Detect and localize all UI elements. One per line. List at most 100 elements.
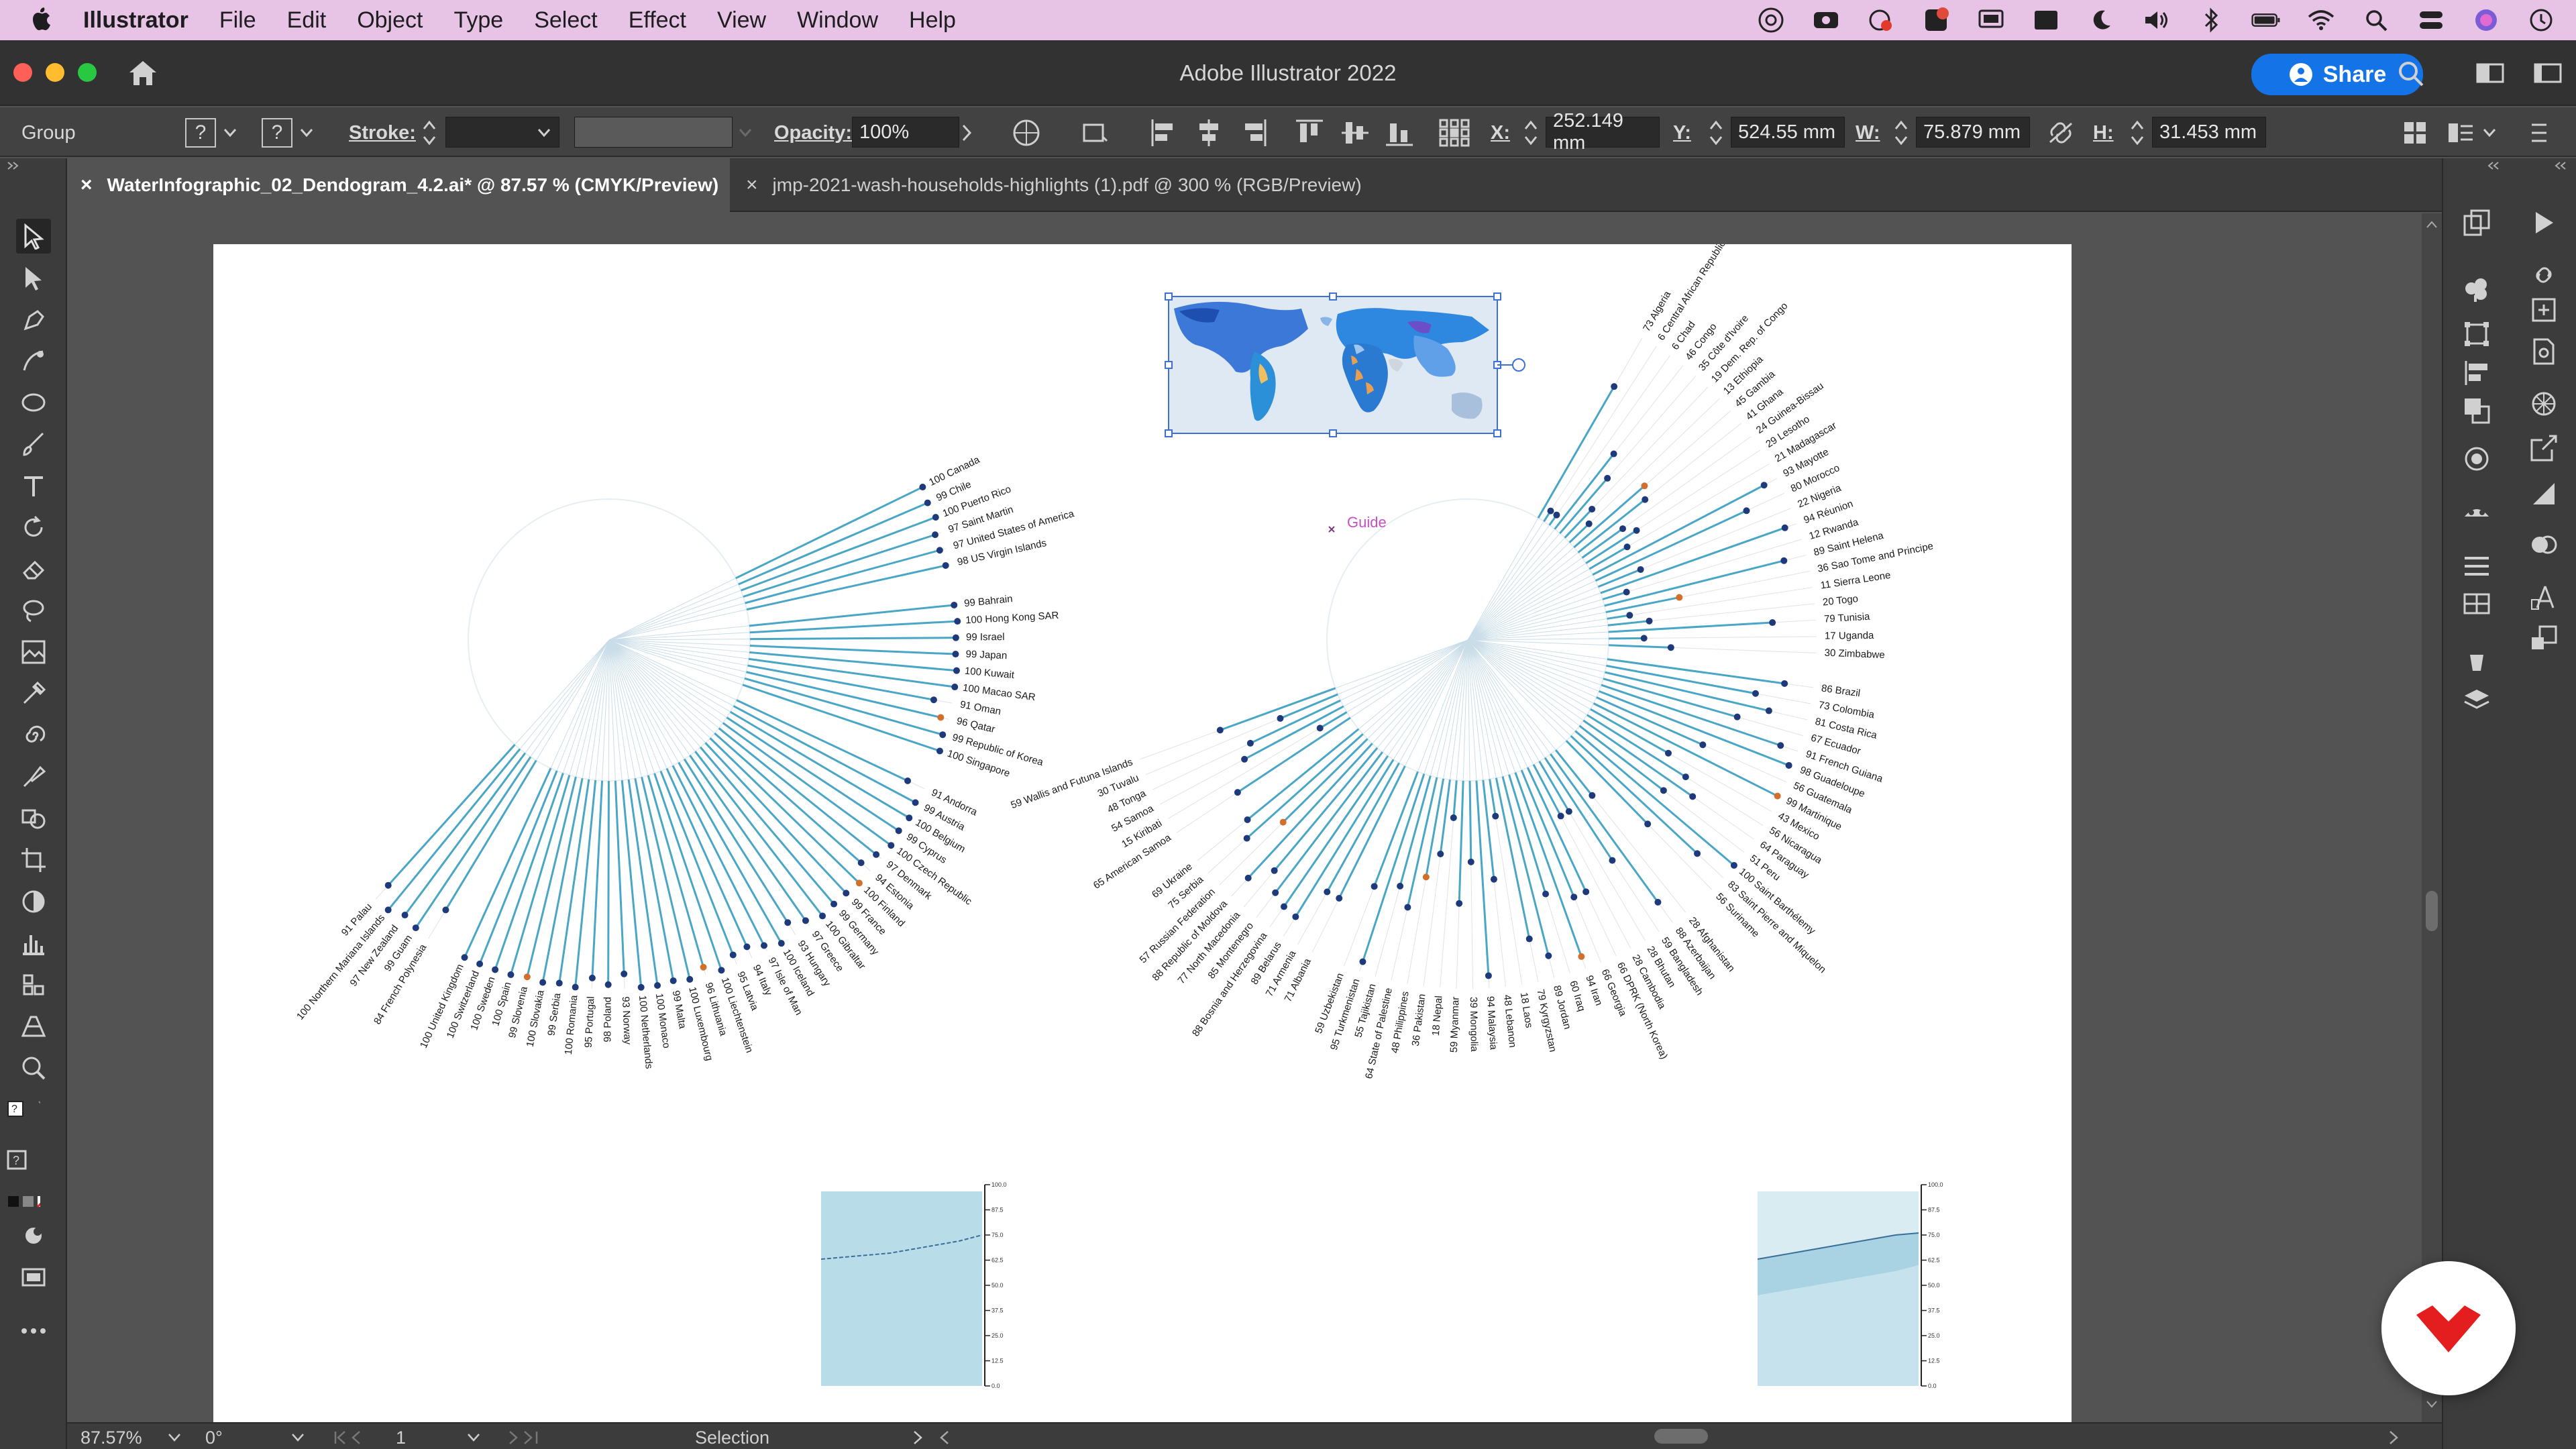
chevron-down-icon[interactable] — [299, 127, 314, 138]
ellipse-tool-icon[interactable] — [16, 385, 51, 420]
dendrogram-value-dot[interactable] — [637, 983, 645, 991]
dendrogram-value-dot[interactable] — [1272, 889, 1279, 896]
dendrogram-value-dot[interactable] — [1545, 952, 1552, 959]
dendrogram-value-dot[interactable] — [1733, 713, 1741, 720]
dendrogram-value-dot[interactable] — [1324, 888, 1331, 896]
dendrogram-value-dot[interactable] — [1654, 898, 1662, 906]
properties-menu-icon[interactable] — [2446, 119, 2475, 146]
dendrogram-value-line[interactable] — [1608, 621, 1773, 633]
dendrogram-value-line[interactable] — [1608, 644, 1671, 649]
dendrogram-value-dot[interactable] — [539, 979, 547, 986]
menu-type[interactable]: Type — [453, 7, 503, 34]
dendrogram-value-line[interactable] — [729, 710, 910, 819]
chevron-down-icon[interactable] — [291, 1433, 305, 1442]
stepper-icon[interactable] — [1708, 118, 1724, 148]
dendrogram-value-line[interactable] — [1608, 637, 1644, 640]
dendrogram-value-line[interactable] — [1607, 614, 1630, 620]
stroke-panel-icon[interactable] — [2459, 549, 2494, 584]
layers-panel-icon[interactable] — [2459, 683, 2494, 718]
dendrogram-value-dot[interactable] — [1244, 816, 1251, 823]
dendrogram-value-line[interactable] — [745, 549, 941, 604]
type-tool-icon[interactable] — [16, 468, 51, 503]
dendrogram-value-dot[interactable] — [1641, 482, 1648, 490]
transform-reference-point-icon[interactable] — [1438, 118, 1470, 148]
dendrogram-value-dot[interactable] — [1609, 857, 1616, 864]
chevron-down-icon[interactable] — [467, 1433, 480, 1442]
stroke-label[interactable]: Stroke: — [349, 122, 416, 144]
fill-stroke-swatches-icon[interactable]: ? — [5, 1095, 40, 1130]
screen-record-icon[interactable] — [2031, 7, 2061, 34]
dendrogram-value-dot[interactable] — [412, 924, 419, 932]
dendrogram-value-dot[interactable] — [942, 561, 949, 569]
align-bottom-icon[interactable] — [1385, 118, 1414, 148]
artboard-tool-icon[interactable] — [16, 843, 51, 877]
dendrogram-value-dot[interactable] — [1589, 792, 1596, 799]
chevron-down-icon[interactable] — [168, 1433, 181, 1442]
dendrogram-value-line[interactable] — [614, 780, 625, 974]
dendrogram-value-dot[interactable] — [1241, 755, 1248, 763]
search-icon[interactable] — [2396, 59, 2426, 87]
shape-builder-icon[interactable] — [2402, 119, 2428, 146]
chevron-down-icon[interactable] — [738, 127, 753, 138]
arrange-documents-icon[interactable] — [2475, 59, 2505, 87]
align-left-icon[interactable] — [1150, 118, 1177, 148]
dendrogram-value-dot[interactable] — [1642, 496, 1649, 503]
artboard-nav-next-icons[interactable] — [507, 1430, 561, 1445]
menu-effect[interactable]: Effect — [629, 7, 686, 34]
width-field[interactable]: 75.879 mm — [1916, 117, 2030, 148]
dendrogram-value-dot[interactable] — [1640, 635, 1648, 642]
dendrogram-value-dot[interactable] — [1243, 835, 1250, 842]
align-right-icon[interactable] — [1241, 118, 1268, 148]
dendrogram-value-dot[interactable] — [953, 667, 960, 674]
paintbrush-tool-icon[interactable] — [16, 427, 51, 462]
height-field[interactable]: 31.453 mm — [2152, 117, 2266, 148]
character-panel-icon[interactable] — [2526, 581, 2561, 616]
dendrogram-value-dot[interactable] — [1694, 850, 1701, 857]
direct-selection-tool-icon[interactable] — [16, 260, 51, 295]
rotate-tool-icon[interactable] — [16, 510, 51, 545]
dendrogram-value-line[interactable] — [1574, 730, 1735, 867]
dendrogram-value-line[interactable] — [749, 651, 957, 672]
dendrogram-value-dot[interactable] — [1660, 787, 1667, 794]
document-info-icon[interactable] — [2526, 334, 2561, 369]
dendrogram-value-dot[interactable] — [1730, 861, 1737, 869]
dendrogram-value-dot[interactable] — [743, 943, 751, 951]
dendrogram-value-dot[interactable] — [932, 531, 939, 539]
dendrogram-value-dot[interactable] — [1644, 820, 1652, 828]
dendrogram-value-dot[interactable] — [873, 851, 880, 858]
document-canvas[interactable]: 100 Canada 99 Chile 100 Puerto Rico 97 Sain… — [67, 213, 2422, 1422]
dendrogram-value-dot[interactable] — [1492, 812, 1499, 820]
live-paint-bucket-icon[interactable] — [16, 884, 51, 919]
dendrogram-value-dot[interactable] — [919, 484, 926, 491]
dendrogram-value-line[interactable] — [746, 564, 946, 611]
dendrogram-value-line[interactable] — [1604, 559, 1784, 607]
dendrogram-value-dot[interactable] — [1280, 903, 1287, 910]
scroll-up-icon[interactable] — [2426, 220, 2438, 229]
curvature-tool-icon[interactable] — [16, 343, 51, 378]
dendrogram-value-dot[interactable] — [1553, 511, 1560, 519]
scroll-down-icon[interactable] — [2426, 1399, 2438, 1409]
y-position-field[interactable]: 524.55 mm — [1731, 117, 1845, 148]
dendrogram-value-dot[interactable] — [924, 499, 931, 506]
dendrogram-value-dot[interactable] — [784, 919, 792, 926]
dendrogram-value-line[interactable] — [1597, 568, 1642, 588]
menu-file[interactable]: File — [219, 7, 256, 34]
dendrogram-value-dot[interactable] — [1422, 873, 1430, 881]
dendrogram-value-dot[interactable] — [1547, 507, 1554, 515]
dendrogram-value-dot[interactable] — [1774, 792, 1781, 800]
dendrogram-value-dot[interactable] — [1769, 619, 1776, 627]
libraries-panel-icon[interactable] — [2459, 272, 2494, 307]
menu-edit[interactable]: Edit — [287, 7, 327, 34]
record-icon[interactable] — [1866, 7, 1896, 34]
siri-icon[interactable] — [2471, 7, 2501, 34]
collapse-dock-icon[interactable] — [2486, 161, 2500, 170]
spotlight-search-icon[interactable] — [2361, 7, 2391, 34]
dendrogram-value-dot[interactable] — [1785, 761, 1792, 769]
dendrogram-value-dot[interactable] — [555, 979, 563, 987]
graph-tool-icon[interactable] — [16, 926, 51, 961]
appearance-panel-icon[interactable] — [2459, 441, 2494, 476]
creative-cloud-icon[interactable] — [1756, 7, 1786, 34]
dendrogram-value-dot[interactable] — [1610, 450, 1617, 458]
dendrogram-value-line[interactable] — [634, 778, 675, 981]
dendrogram-value-dot[interactable] — [954, 618, 961, 625]
